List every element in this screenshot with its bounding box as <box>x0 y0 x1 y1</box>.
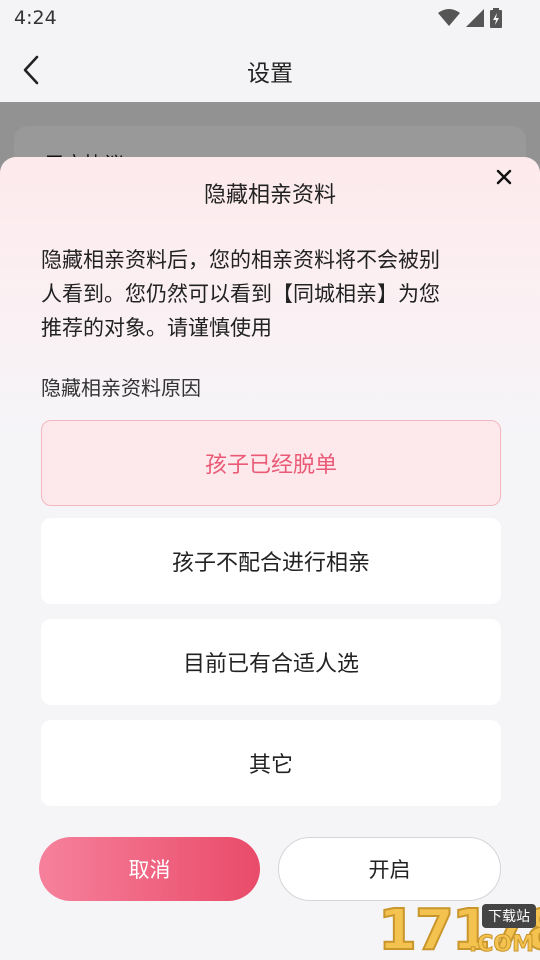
wifi-icon <box>438 9 460 26</box>
reason-option-other[interactable]: 其它 <box>41 720 501 806</box>
dialog-description: 隐藏相亲资料后，您的相亲资料将不会被别 人看到。您仍然可以看到【同城相亲】为您 … <box>41 243 501 345</box>
description-line: 人看到。您仍然可以看到【同城相亲】为您 <box>41 282 440 306</box>
page-title: 设置 <box>247 61 293 87</box>
signal-icon <box>466 9 484 27</box>
watermark-logo: 17178 下载站 .COM <box>300 901 540 960</box>
status-bar: 4:24 <box>0 0 540 36</box>
app-bar: 设置 <box>0 36 540 102</box>
watermark-tag: 下载站 <box>482 904 536 928</box>
reason-option-has-candidate[interactable]: 目前已有合适人选 <box>41 619 501 705</box>
cancel-button[interactable]: 取消 <box>39 837 260 901</box>
description-line: 隐藏相亲资料后，您的相亲资料将不会被别 <box>41 248 440 272</box>
reason-option-already-single[interactable]: 孩子已经脱单 <box>41 420 501 506</box>
hide-profile-dialog: 隐藏相亲资料 隐藏相亲资料后，您的相亲资料将不会被别 人看到。您仍然可以看到【同… <box>0 157 540 960</box>
status-time: 4:24 <box>14 7 57 29</box>
close-icon <box>496 169 512 185</box>
battery-icon <box>490 8 502 28</box>
status-icons <box>438 8 502 28</box>
dialog-title: 隐藏相亲资料 <box>203 183 336 208</box>
close-button[interactable] <box>490 163 518 191</box>
reason-label: 隐藏相亲资料原因 <box>41 376 201 400</box>
confirm-button[interactable]: 开启 <box>278 837 501 901</box>
watermark-suffix: .COM <box>468 932 534 958</box>
reason-option-child-uncooperative[interactable]: 孩子不配合进行相亲 <box>41 518 501 604</box>
description-line: 推荐的对象。请谨慎使用 <box>41 316 272 340</box>
